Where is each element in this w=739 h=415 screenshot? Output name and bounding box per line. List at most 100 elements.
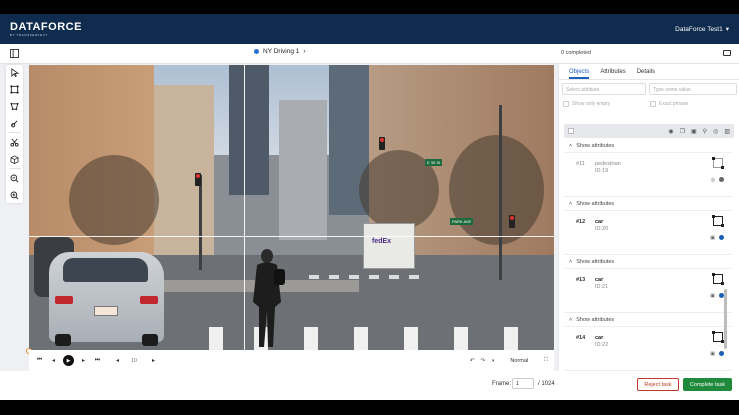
car-tire [142,334,158,346]
polygon-icon[interactable] [10,101,20,111]
crosswalk-stripe [349,275,359,279]
attribute-value-input[interactable]: Type some value [649,83,737,95]
objects-bulk-toolbar: ◉ ❐ ▣ ⚲ ◎ ▥ [564,124,734,138]
tab-details[interactable]: Details [637,69,655,79]
skip-end-icon[interactable]: ⏭ [93,356,102,365]
skip-start-icon[interactable]: ⏮ [35,356,44,365]
color-swatch[interactable] [719,351,724,356]
complete-task-button[interactable]: Complete task [683,378,732,391]
fullscreen-icon[interactable]: ⛶ [544,357,548,364]
object-actions: ▣ [710,293,724,299]
crosswalk-stripe [209,327,223,350]
scene-tree [449,135,544,245]
lock-icon[interactable]: ▣ [710,351,715,357]
show-attributes-label: Show attributes [576,316,615,323]
task-title: NY Driving 1 [263,48,300,55]
show-attributes-toggle[interactable]: ˄ Show attributes [564,197,732,211]
crosswalk-stripe [369,275,379,279]
sidebar-toggle-icon[interactable] [10,49,19,58]
step-back-icon[interactable]: ◂ [49,356,58,365]
bounding-box-icon [712,215,724,227]
cube-icon[interactable] [10,154,20,164]
reject-task-button[interactable]: Reject task [637,378,679,391]
checkbox-label: Show only empty [572,101,611,107]
lock-icon[interactable]: ▣ [691,128,697,135]
car-tire [55,334,71,346]
car-window [63,258,148,282]
tab-objects[interactable]: Objects [569,69,590,79]
object-card[interactable]: #12 car ID:20 ▣ [564,211,732,255]
crosswalk-stripe [304,327,318,350]
scene-pole [499,105,502,280]
chevron-up-icon: ˄ [569,142,573,149]
playback-mode[interactable]: Normal [510,358,528,364]
volume-icon[interactable]: ◂ [113,356,122,365]
object-card[interactable]: #14 car ID:22 ▣ [564,327,732,371]
eye-icon[interactable]: ◎ [711,177,715,183]
bounding-box-icon [712,273,724,285]
chevron-up-icon: ˄ [569,316,573,323]
crosswalk-stripe [409,275,419,279]
frame-input[interactable]: 1 [512,378,534,389]
logo-subtext: BY TRANSPERFECT [10,32,48,37]
brush-icon[interactable] [10,118,20,128]
object-number: #11 [576,161,585,167]
annotated-car [49,252,164,346]
bounding-box-icon [712,157,724,169]
trash-icon[interactable]: ▥ [724,128,730,135]
object-actions: ◎ [711,177,724,183]
dataforce-logo[interactable]: DATAFORCE BY TRANSPERFECT [10,21,82,37]
select-all-checkbox[interactable] [568,128,574,134]
step-size-input[interactable]: 10 [131,358,149,364]
lock-icon[interactable]: ▣ [710,293,715,299]
task-selector[interactable]: NY Driving 1 › [254,48,306,55]
object-card[interactable]: #13 car ID:21 ▣ [564,269,732,313]
play-button[interactable]: ▶ [63,355,74,366]
truck-logo: fedEx [372,238,392,245]
scissors-icon[interactable] [10,137,20,147]
brightness-icon[interactable]: ◑ [491,358,494,364]
chevron-up-icon: ˄ [569,200,573,207]
show-only-empty-checkbox[interactable]: Show only empty [563,101,610,107]
cursor-icon[interactable] [10,67,20,77]
completed-count: 0 completed [561,50,591,56]
lock-icon[interactable]: ▣ [710,235,715,241]
object-label: car [595,335,604,341]
show-attributes-toggle[interactable]: ˄ Show attributes [564,313,732,327]
objects-scrollbar[interactable] [724,289,727,349]
object-card[interactable]: #11 pedestrian ID:19 ◎ [564,153,732,197]
color-swatch[interactable] [719,235,724,240]
tab-attributes[interactable]: Attributes [600,69,625,79]
step-forward-icon[interactable]: ▸ [79,356,88,365]
undo-icon[interactable]: ↶ [470,358,475,364]
frame-label: Frame: [492,381,512,387]
exact-phrase-checkbox[interactable]: Exact phrase [650,101,688,107]
playback-controls: ⏮ ◂ ▶ ▸ ⏭ ◂ 10 ▸ ↶ ↷ ◑ Normal ⛶ [29,350,554,371]
attribute-select[interactable]: Select attribute [562,83,646,95]
object-actions: ▣ [710,351,724,357]
top-navigation-bar: DATAFORCE BY TRANSPERFECT DataForce Test… [0,14,739,44]
copy-icon[interactable]: ❐ [680,128,685,135]
object-id: ID:19 [595,168,609,174]
video-canvas[interactable]: E 35 St PARK AVE fedEx [29,65,554,350]
street-sign: PARK AVE [450,218,474,225]
show-attributes-toggle[interactable]: ˄ Show attributes [564,255,732,269]
fill-icon[interactable]: ◉ [668,128,673,135]
bounding-box-icon[interactable] [10,84,20,94]
annotation-toolbar [6,65,23,203]
redo-icon[interactable]: ↷ [480,358,485,364]
zoom-out-icon[interactable] [10,173,20,183]
zoom-in-icon[interactable] [10,190,20,200]
object-id: ID:22 [595,342,609,348]
bulk-actions: ◉ ❐ ▣ ⚲ ◎ ▥ [668,128,730,135]
eye-icon[interactable]: ◎ [713,128,718,135]
show-attributes-toggle[interactable]: ˄ Show attributes [564,139,732,153]
show-attributes-label: Show attributes [576,142,615,149]
user-menu[interactable]: DataForce Test1 ▾ [675,25,729,34]
color-swatch[interactable] [719,177,724,182]
keyboard-shortcuts-icon[interactable] [723,50,731,56]
show-attributes-label: Show attributes [576,258,615,265]
traffic-light [379,137,385,150]
pin-icon[interactable]: ⚲ [703,128,707,135]
step-play-icon[interactable]: ▸ [149,356,158,365]
